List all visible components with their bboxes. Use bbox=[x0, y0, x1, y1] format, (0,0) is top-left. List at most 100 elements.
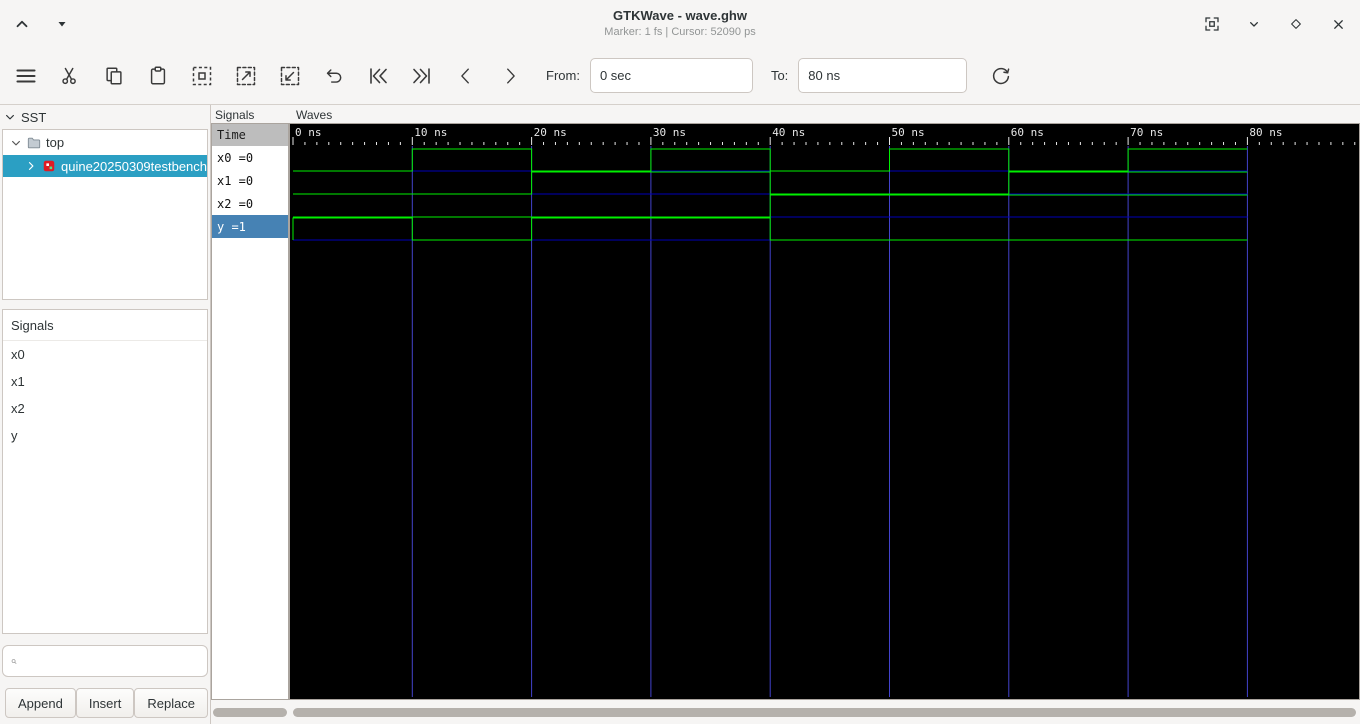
append-button[interactable]: Append bbox=[5, 688, 76, 718]
window-title: GTKWave - wave.ghw bbox=[613, 8, 747, 23]
svg-text:50 ns: 50 ns bbox=[892, 126, 925, 139]
cut-button[interactable] bbox=[52, 58, 88, 94]
signal-list-item[interactable]: x0 bbox=[3, 341, 207, 368]
maximize-button[interactable] bbox=[1284, 12, 1308, 36]
titlebar-left-controls bbox=[10, 12, 74, 36]
minimize-button[interactable] bbox=[1242, 12, 1266, 36]
waves-pane-label: Waves bbox=[296, 108, 333, 122]
scrollbar-thumb[interactable] bbox=[293, 707, 1356, 717]
waves-pane: Waves 0 ns 10 ns 20 ns 30 ns 40 ns 50 ns 60 ns… bbox=[289, 105, 1360, 724]
from-label: From: bbox=[546, 68, 580, 83]
reload-button[interactable] bbox=[983, 58, 1019, 94]
arrow-right-icon bbox=[507, 67, 515, 84]
chevron-down-icon bbox=[6, 114, 14, 120]
search-input[interactable] bbox=[23, 653, 199, 669]
signals-pane-label: Signals bbox=[215, 108, 255, 122]
svg-text:70 ns: 70 ns bbox=[1130, 126, 1163, 139]
replace-button[interactable]: Replace bbox=[134, 688, 209, 718]
trace-row-y[interactable]: y =1 bbox=[212, 215, 288, 238]
zoom-out-icon bbox=[280, 66, 300, 85]
close-icon bbox=[1333, 19, 1343, 29]
goto-end-icon bbox=[413, 67, 430, 84]
shift-left-button[interactable] bbox=[448, 58, 484, 94]
goto-start-icon bbox=[370, 67, 387, 84]
trace-row-x2[interactable]: x2 =0 bbox=[212, 192, 288, 215]
trace-row-x1[interactable]: x1 =0 bbox=[212, 169, 288, 192]
chevron-up-icon bbox=[16, 20, 28, 28]
main-area: SST top quine20250309testbench Signals x… bbox=[0, 105, 1360, 724]
zoom-out-button[interactable] bbox=[272, 58, 308, 94]
sst-header-label: SST bbox=[21, 109, 47, 125]
close-button[interactable] bbox=[1326, 12, 1350, 36]
trace-row-x0[interactable]: x0 =0 bbox=[212, 146, 288, 169]
waves-canvas[interactable]: 0 ns 10 ns 20 ns 30 ns 40 ns 50 ns 60 ns 70 ns 8… bbox=[289, 123, 1360, 700]
cut-icon bbox=[62, 67, 76, 84]
signal-list-item[interactable]: x2 bbox=[3, 395, 207, 422]
time-header: Time bbox=[212, 124, 288, 146]
to-label: To: bbox=[770, 68, 789, 83]
sst-tree: top quine20250309testbench bbox=[2, 129, 208, 300]
goto-end-button[interactable] bbox=[404, 58, 440, 94]
folder-icon bbox=[27, 137, 41, 148]
zoom-fit-icon bbox=[192, 66, 212, 85]
zoom-in-icon bbox=[236, 66, 256, 85]
zoom-fit-button[interactable] bbox=[184, 58, 220, 94]
svg-text:60 ns: 60 ns bbox=[1011, 126, 1044, 139]
to-input[interactable] bbox=[798, 58, 968, 93]
paste-icon bbox=[150, 66, 166, 85]
sst-sidebar: SST top quine20250309testbench Signals x… bbox=[0, 105, 211, 724]
collapse-panel-button[interactable] bbox=[10, 12, 34, 36]
paste-button[interactable] bbox=[140, 58, 176, 94]
insert-button[interactable]: Insert bbox=[75, 688, 135, 718]
search-icon bbox=[11, 658, 17, 664]
scrollbar-thumb[interactable] bbox=[213, 707, 287, 717]
arrow-left-icon bbox=[461, 67, 469, 84]
copy-button[interactable] bbox=[96, 58, 132, 94]
from-input[interactable] bbox=[589, 58, 753, 93]
signals-name-list: Time x0 =0 x1 =0 x2 =0 y =1 bbox=[211, 123, 289, 700]
tree-item-label: top bbox=[46, 135, 65, 150]
chevron-down-icon bbox=[1250, 21, 1258, 27]
svg-text:10 ns: 10 ns bbox=[414, 126, 447, 139]
titlebar-right-controls bbox=[1200, 12, 1350, 36]
sst-signals-header: Signals bbox=[3, 310, 207, 341]
goto-start-button[interactable] bbox=[360, 58, 396, 94]
fit-screen-icon bbox=[1205, 17, 1219, 31]
reload-icon bbox=[993, 67, 1010, 84]
shift-right-button[interactable] bbox=[492, 58, 528, 94]
waves-scrollbar[interactable] bbox=[289, 700, 1360, 724]
titlebar-dropdown-button[interactable] bbox=[50, 12, 74, 36]
sst-signals-panel: Signals x0 x1 x2 y bbox=[2, 309, 208, 634]
menu-button[interactable] bbox=[8, 58, 44, 94]
titlebar-titles: GTKWave - wave.ghw Marker: 1 fs | Cursor… bbox=[604, 8, 755, 38]
svg-text:0 ns: 0 ns bbox=[295, 126, 322, 139]
zoom-undo-button[interactable] bbox=[316, 58, 352, 94]
titlebar: GTKWave - wave.ghw Marker: 1 fs | Cursor… bbox=[0, 0, 1360, 47]
marker-cursor-status: Marker: 1 fs | Cursor: 52090 ps bbox=[604, 26, 756, 38]
sst-buttons: Append Insert Replace bbox=[2, 688, 209, 718]
toolbar: From: To: bbox=[0, 47, 1360, 105]
fit-window-button[interactable] bbox=[1200, 12, 1224, 36]
maximize-icon bbox=[1291, 19, 1301, 29]
undo-icon bbox=[326, 68, 342, 83]
expander-right-icon[interactable] bbox=[25, 160, 37, 172]
svg-text:30 ns: 30 ns bbox=[653, 126, 686, 139]
signal-list-item[interactable]: y bbox=[3, 422, 207, 449]
signal-search-box[interactable] bbox=[2, 645, 208, 677]
tree-item-label: quine20250309testbench bbox=[61, 158, 207, 174]
tree-item-testbench[interactable]: quine20250309testbench bbox=[3, 155, 207, 177]
sst-header[interactable]: SST bbox=[2, 105, 208, 129]
design-unit-icon bbox=[43, 160, 55, 172]
signal-list-item[interactable]: x1 bbox=[3, 368, 207, 395]
menu-icon bbox=[16, 68, 36, 83]
signals-pane: Signals Time x0 =0 x1 =0 x2 =0 y =1 bbox=[211, 105, 289, 724]
signals-scrollbar[interactable] bbox=[211, 700, 289, 724]
svg-text:40 ns: 40 ns bbox=[772, 126, 805, 139]
svg-text:80 ns: 80 ns bbox=[1249, 126, 1282, 139]
expander-down-icon[interactable] bbox=[10, 137, 22, 149]
copy-icon bbox=[106, 66, 122, 85]
zoom-in-button[interactable] bbox=[228, 58, 264, 94]
svg-text:20 ns: 20 ns bbox=[534, 126, 567, 139]
tree-item-top[interactable]: top bbox=[3, 130, 207, 155]
triangle-down-icon bbox=[58, 22, 66, 27]
